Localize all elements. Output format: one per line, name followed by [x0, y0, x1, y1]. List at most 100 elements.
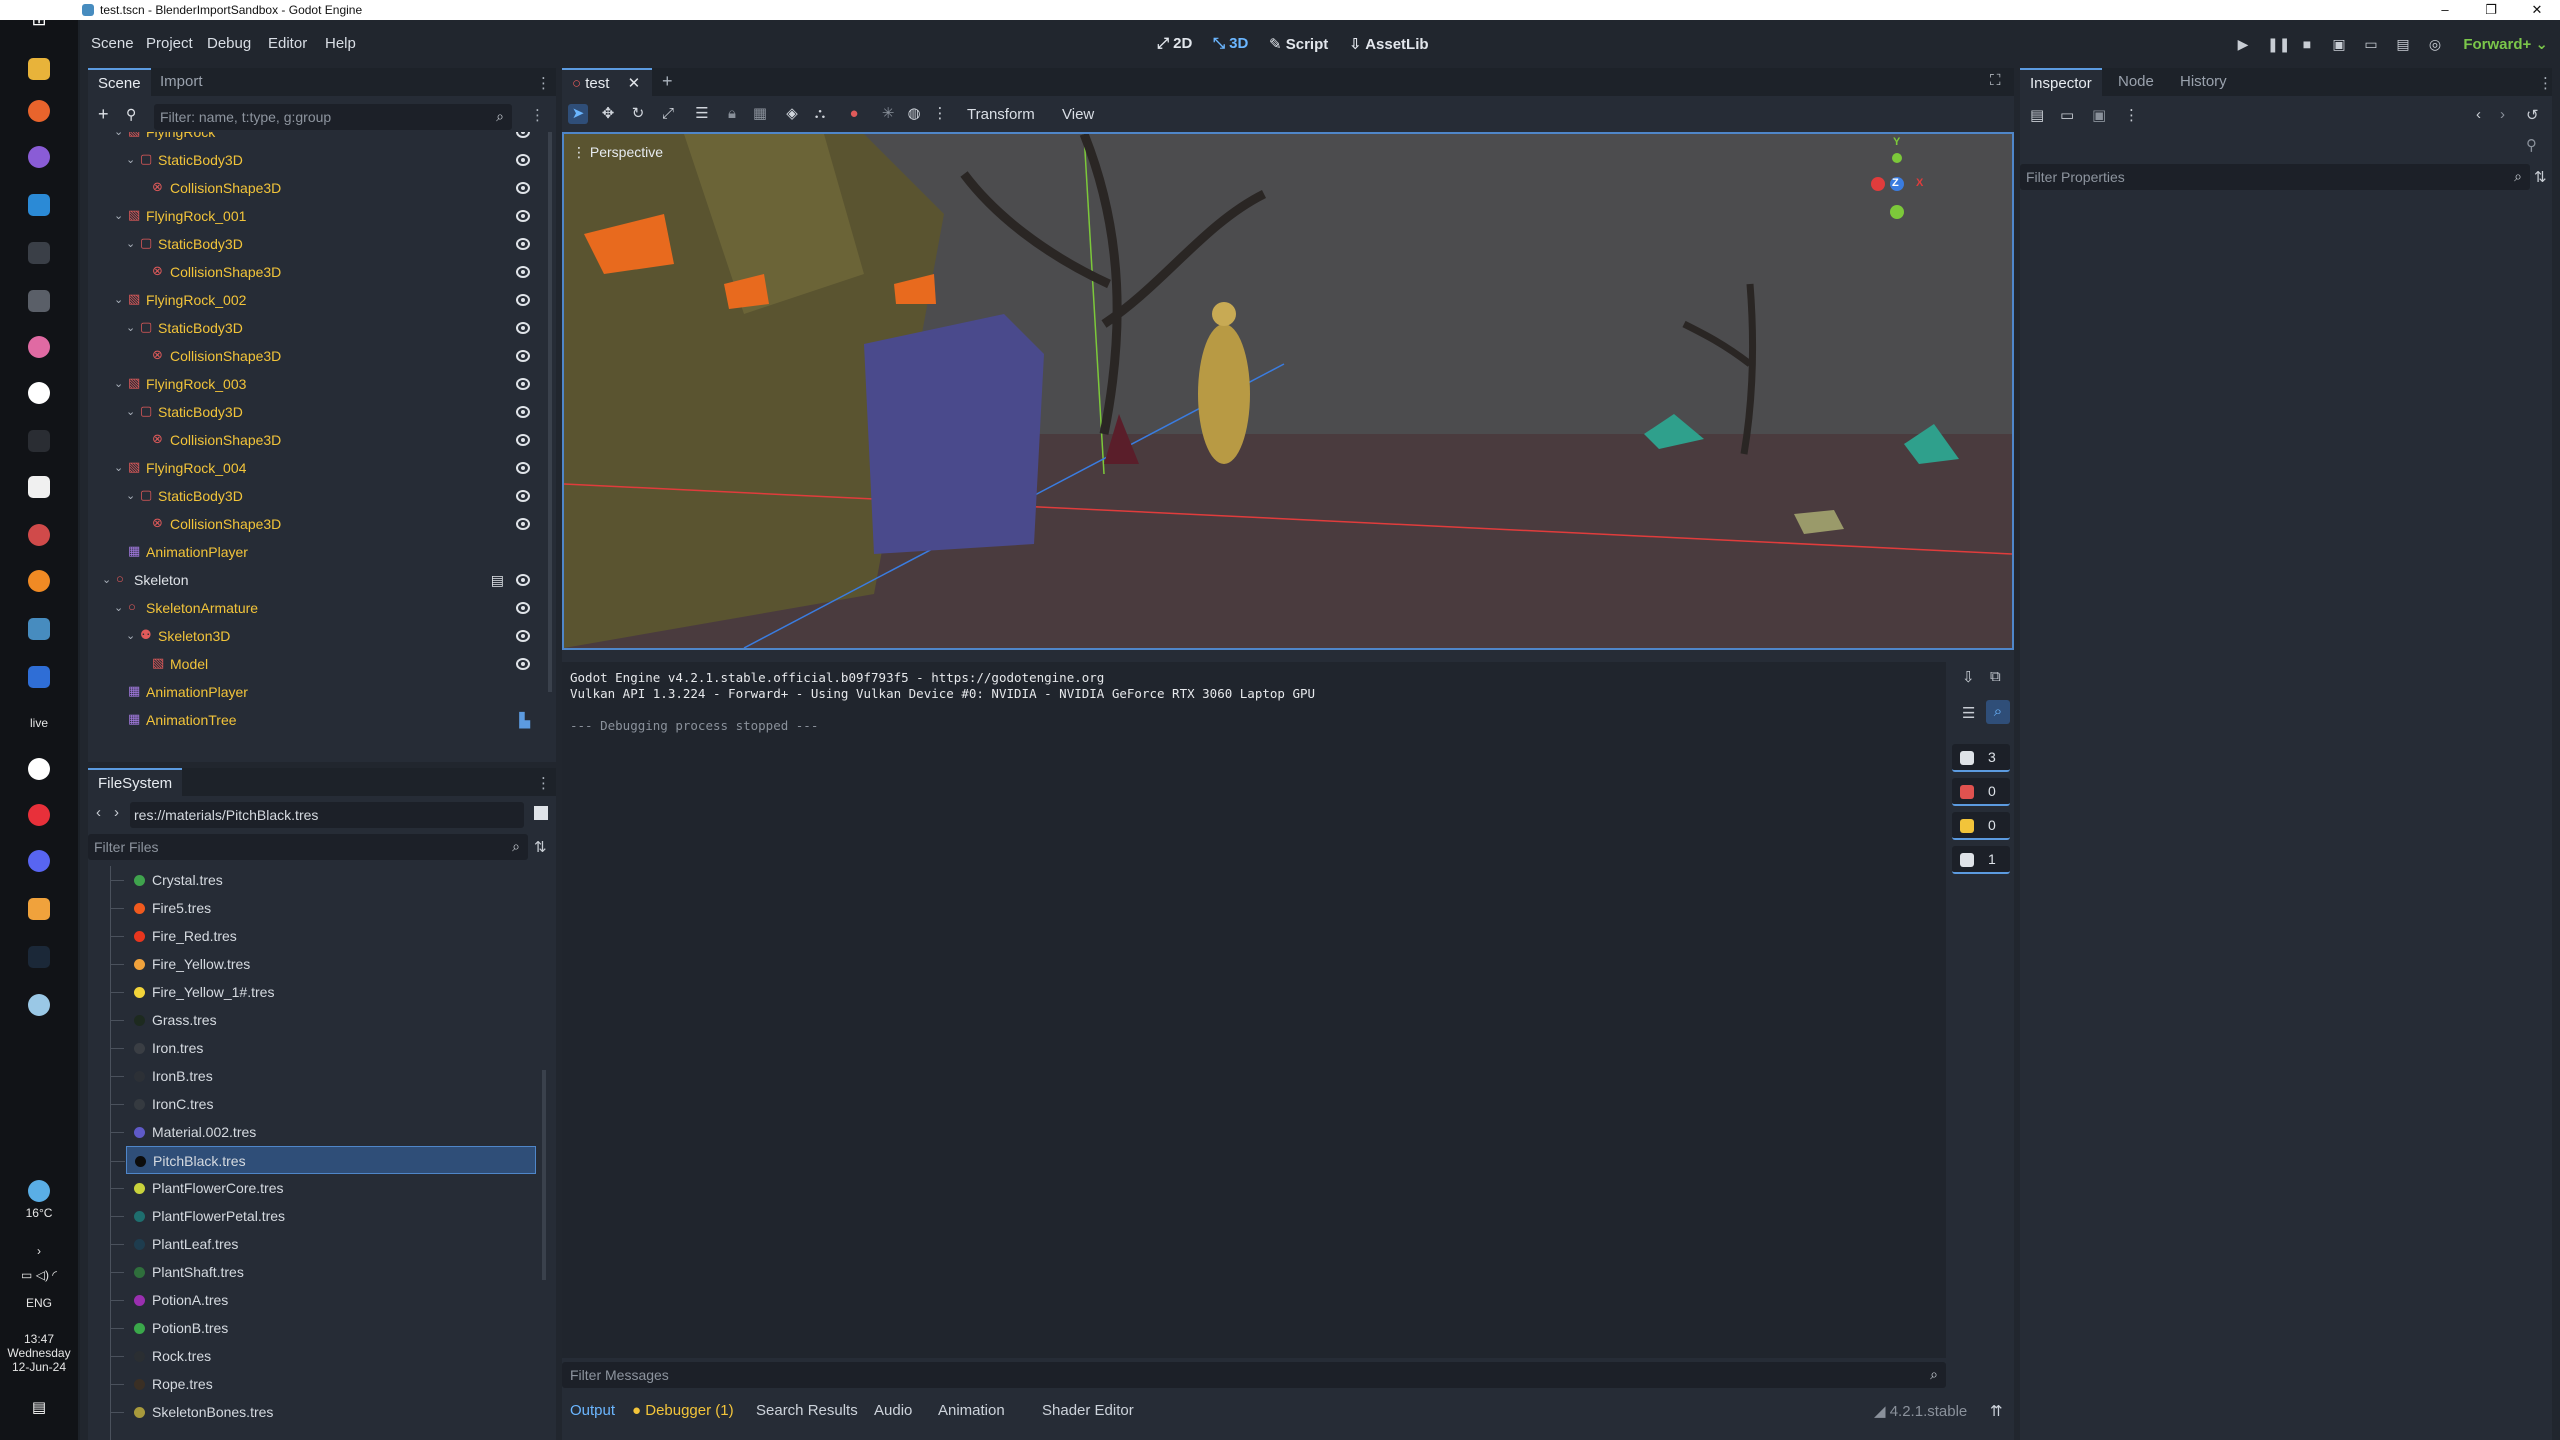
file-item[interactable]: IronC.tres [110, 1090, 536, 1118]
scene-tree-node[interactable]: ▦ AnimationPlayer [88, 678, 548, 706]
godot-icon[interactable] [28, 618, 50, 640]
expand-arrow-icon[interactable]: ⌄ [114, 202, 126, 230]
language-indicator[interactable]: ENG [0, 1296, 78, 1310]
app-icon[interactable] [28, 146, 50, 168]
terminal-icon[interactable] [28, 242, 50, 264]
file-item[interactable]: Rope.tres [110, 1370, 536, 1398]
lock-icon[interactable]: 🔒︎ [722, 104, 742, 124]
expand-arrow-icon[interactable]: ⌄ [114, 594, 126, 622]
object-history-icon[interactable]: ↺ [2526, 106, 2539, 124]
file-item[interactable]: Crystal.tres [110, 866, 536, 894]
expand-arrow-icon[interactable]: ⌄ [126, 398, 138, 426]
script-attached-icon[interactable]: ▙ [519, 706, 530, 734]
workspace-3d-button[interactable]: ⤡ 3D [1213, 35, 1248, 52]
dock-menu-icon[interactable]: ⋮ [536, 774, 551, 792]
visibility-eye-icon[interactable] [516, 518, 530, 530]
file-item[interactable]: Fire5.tres [110, 894, 536, 922]
tab-scene-test[interactable]: ○ test ✕ [562, 68, 652, 96]
file-scrollbar[interactable] [542, 1070, 546, 1280]
pause-icon[interactable]: ❚❚ [2267, 36, 2290, 52]
tab-node[interactable]: Node [2108, 68, 2164, 96]
filter-properties-input[interactable]: Filter Properties ⌕ [2020, 164, 2530, 190]
steam-icon[interactable] [28, 946, 50, 968]
tab-scene[interactable]: Scene [88, 68, 151, 96]
renderer-selector[interactable]: Forward+ ⌄ [2463, 35, 2548, 53]
visibility-eye-icon[interactable] [516, 132, 530, 138]
file-explorer-icon[interactable] [28, 58, 50, 80]
visibility-eye-icon[interactable] [516, 490, 530, 502]
tab-audio[interactable]: Audio [874, 1402, 912, 1419]
tab-output[interactable]: Output [570, 1402, 615, 1419]
maximize-button[interactable]: ❐ [2468, 0, 2514, 20]
firefox-icon[interactable] [28, 100, 50, 122]
local-space-icon[interactable]: ◈ [782, 104, 802, 124]
scene-tree-node[interactable]: ⌄ ▧ FlyingRock_002 [88, 286, 548, 314]
scene-tree-node[interactable]: ⊗ CollisionShape3D [88, 510, 548, 538]
stop-icon[interactable]: ■ [2299, 36, 2315, 52]
workspace-assetlib-button[interactable]: ⇩ AssetLib [1349, 35, 1429, 53]
movie-maker-icon[interactable]: ◎ [2427, 36, 2443, 52]
dock-menu-icon[interactable]: ⋮ [2538, 74, 2553, 92]
expand-tray-icon[interactable]: › [0, 1244, 78, 1258]
play-custom-icon[interactable]: ▤ [2395, 36, 2411, 52]
app-icon[interactable] [28, 430, 50, 452]
scene-tree-node[interactable]: ⊗ CollisionShape3D [88, 426, 548, 454]
scene-tree-node[interactable]: ⌄ ▢ StaticBody3D [88, 314, 548, 342]
file-item[interactable]: Fire_Red.tres [110, 922, 536, 950]
menu-scene[interactable]: Scene [91, 35, 134, 52]
errors-filter-toggle[interactable]: 0 [1952, 778, 2010, 806]
tab-debugger[interactable]: ● Debugger (1) [632, 1402, 734, 1419]
copy-log-icon[interactable]: ⧉ [1990, 668, 2001, 685]
windows-start-icon[interactable]: ⊞ [28, 9, 50, 31]
play-scene-icon[interactable]: ▭ [2363, 36, 2379, 52]
scene-filter-input[interactable]: Filter: name, t:type, g:group ⌕ [154, 104, 512, 130]
visibility-eye-icon[interactable] [516, 210, 530, 222]
select-tool-icon[interactable]: ➤ [568, 104, 588, 124]
view-menu[interactable]: View [1062, 106, 1094, 123]
file-item[interactable]: Grass.tres [110, 1006, 536, 1034]
bitwarden-icon[interactable] [28, 666, 50, 688]
file-item[interactable]: IronB.tres [110, 1062, 536, 1090]
tray-icons[interactable]: ▭ ◁) ◜ [0, 1268, 78, 1282]
history-back-icon[interactable]: ‹ [2476, 106, 2481, 123]
file-item[interactable]: Rock.tres [110, 1342, 536, 1370]
play-icon[interactable]: ▶ [2235, 36, 2251, 52]
minimize-button[interactable]: – [2422, 0, 2468, 20]
expand-arrow-icon[interactable]: ⌄ [126, 230, 138, 258]
scale-tool-icon[interactable]: ⤢ [658, 104, 678, 124]
app-icon[interactable] [28, 290, 50, 312]
sort-icon[interactable]: ⇅ [534, 838, 547, 856]
sun-preview-icon[interactable]: ● [844, 104, 864, 124]
file-item[interactable]: PlantFlowerPetal.tres [110, 1202, 536, 1230]
more-options-icon[interactable]: ⋮ [930, 104, 950, 124]
clock-time[interactable]: 13:47 [0, 1332, 78, 1346]
open-resource-icon[interactable]: ▭ [2060, 106, 2074, 124]
scene-tree-node[interactable]: ⊗ CollisionShape3D [88, 342, 548, 370]
scene-tree-node[interactable]: ⌄ ○ Skeleton ▤ [88, 566, 548, 594]
expand-arrow-icon[interactable]: ⌄ [114, 286, 126, 314]
search-toggle-icon[interactable]: ⌕ [1986, 700, 2010, 724]
app-icon[interactable] [28, 804, 50, 826]
file-filter-input[interactable]: Filter Files ⌕ [88, 834, 528, 860]
nav-back-icon[interactable]: ‹ [96, 804, 101, 821]
scene-tree-node[interactable]: ⌄ ▧ FlyingRock_001 [88, 202, 548, 230]
version-label[interactable]: ◢ 4.2.1.stable [1874, 1402, 1967, 1420]
3d-viewport[interactable]: ⋮ Perspective Y Z X [562, 132, 2014, 650]
visibility-eye-icon[interactable] [516, 574, 530, 586]
scene-tree-node[interactable]: ⌄ ▢ StaticBody3D [88, 398, 548, 426]
notifications-icon[interactable]: ▤ [28, 1398, 50, 1420]
extra-options-icon[interactable]: ⋮ [2124, 106, 2139, 124]
move-tool-icon[interactable]: ✥ [598, 104, 618, 124]
menu-debug[interactable]: Debug [207, 35, 251, 52]
collapse-icon[interactable]: ☰ [1962, 704, 1975, 722]
new-resource-icon[interactable]: ▤ [2030, 106, 2044, 124]
link-icon[interactable]: ⚲ [126, 106, 136, 123]
tab-filesystem[interactable]: FileSystem [88, 768, 183, 796]
split-mode-icon[interactable] [534, 806, 548, 820]
list-select-icon[interactable]: ☰ [692, 104, 712, 124]
app-icon[interactable] [28, 524, 50, 546]
scene-tree-node[interactable]: ⌄ ⚉ Skeleton3D [88, 622, 548, 650]
tab-history[interactable]: History [2170, 68, 2237, 96]
scene-tree-node[interactable]: ⌄ ○ SkeletonArmature [88, 594, 548, 622]
weather-temp[interactable]: 16°C [0, 1206, 78, 1220]
